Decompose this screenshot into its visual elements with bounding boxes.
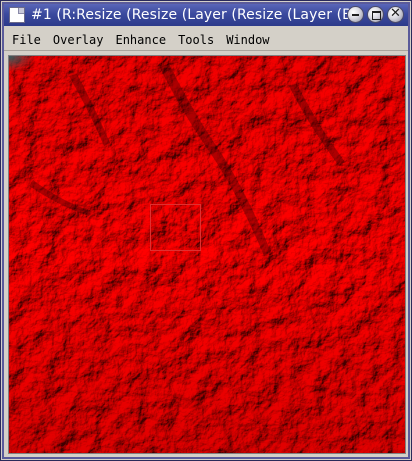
- menu-bar: File Overlay Enhance Tools Window: [4, 29, 408, 51]
- image-display-window: #1 (R:Resize (Resize (Layer (Resize (Lay…: [0, 0, 412, 461]
- zoom-region-box[interactable]: [150, 204, 201, 251]
- menu-file[interactable]: File: [4, 30, 47, 50]
- window-icon[interactable]: [9, 7, 25, 23]
- menu-window[interactable]: Window: [220, 30, 275, 50]
- title-bar[interactable]: #1 (R:Resize (Resize (Layer (Resize (Lay…: [4, 4, 408, 26]
- window-title: #1 (R:Resize (Resize (Layer (Resize (Lay…: [31, 7, 353, 23]
- close-button[interactable]: ✕: [387, 6, 404, 23]
- menu-tools[interactable]: Tools: [172, 30, 220, 50]
- maximize-button[interactable]: [367, 6, 384, 23]
- menu-overlay[interactable]: Overlay: [47, 30, 110, 50]
- close-icon: ✕: [390, 6, 401, 21]
- menu-enhance[interactable]: Enhance: [109, 30, 172, 50]
- minimize-button[interactable]: [347, 6, 364, 23]
- window-controls: ✕: [347, 6, 404, 23]
- image-canvas[interactable]: [8, 55, 406, 454]
- satellite-image: [9, 56, 405, 453]
